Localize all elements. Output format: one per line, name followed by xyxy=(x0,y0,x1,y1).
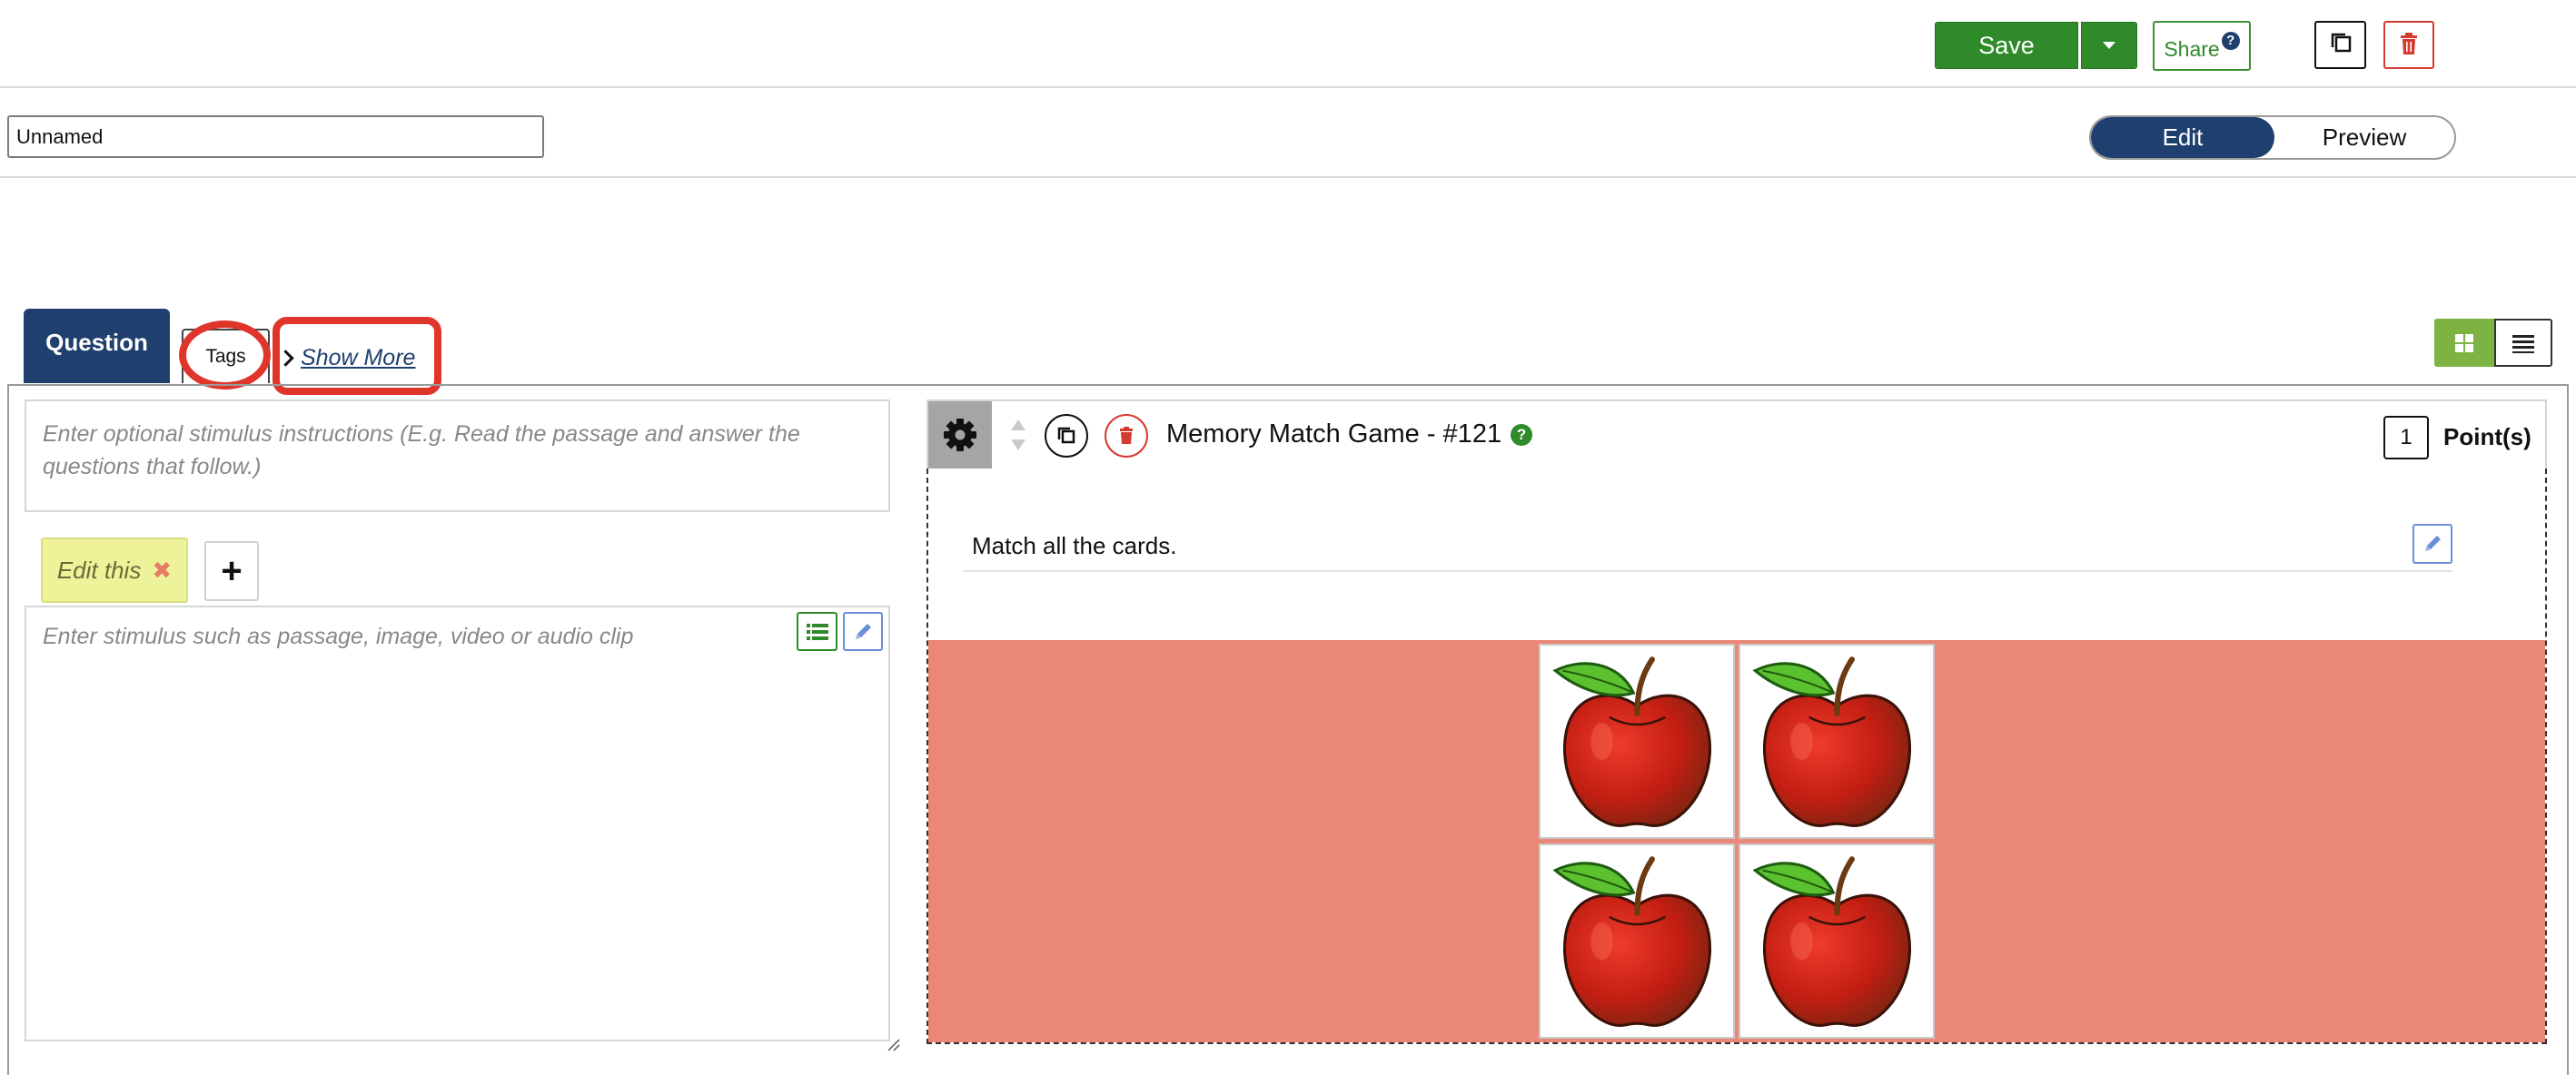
stimulus-tab-label: Edit this xyxy=(56,556,142,584)
delete-button[interactable] xyxy=(2383,21,2434,69)
pencil-icon xyxy=(2425,536,2441,551)
gear-icon xyxy=(944,419,976,451)
show-more-link[interactable]: Show More xyxy=(277,338,416,378)
points-input[interactable]: 1 xyxy=(2383,416,2429,459)
memory-card[interactable] xyxy=(1539,843,1735,1039)
apple-icon xyxy=(1544,648,1730,834)
toolbar-divider xyxy=(0,86,2576,88)
list-view-icon xyxy=(2512,334,2534,353)
plus-icon: + xyxy=(221,550,243,591)
caret-down-icon xyxy=(2103,42,2115,49)
memory-card[interactable] xyxy=(1739,843,1935,1039)
stimulus-instructions-input[interactable]: Enter optional stimulus instructions (E.… xyxy=(25,399,890,512)
question-delete-button[interactable] xyxy=(1105,414,1148,458)
sort-icon[interactable] xyxy=(1008,418,1028,452)
header-divider xyxy=(0,176,2576,178)
help-icon: ? xyxy=(2221,31,2240,50)
duplicate-button[interactable] xyxy=(2314,21,2366,69)
stimulus-list-button[interactable] xyxy=(797,612,837,651)
question-prompt: Match all the cards. xyxy=(972,532,1177,559)
trash-icon xyxy=(1120,427,1133,444)
prompt-divider xyxy=(963,570,2452,572)
tab-tags[interactable]: Tags xyxy=(182,329,270,383)
show-more-label: Show More xyxy=(301,344,416,370)
stimulus-input[interactable]: Enter stimulus such as passage, image, v… xyxy=(25,606,890,1041)
apple-icon xyxy=(1744,648,1930,834)
item-title-input[interactable] xyxy=(7,115,544,158)
close-icon[interactable]: ✖ xyxy=(152,557,172,585)
mode-edit-button[interactable]: Edit xyxy=(2091,117,2274,158)
share-button[interactable]: Share? xyxy=(2153,21,2251,71)
grid-view-button[interactable] xyxy=(2434,319,2494,367)
apple-icon xyxy=(1544,848,1730,1034)
question-title-text: Memory Match Game - #121 xyxy=(1166,419,1502,449)
grid-view-icon xyxy=(2455,333,2473,352)
resize-handle[interactable] xyxy=(887,1038,901,1052)
pencil-icon xyxy=(856,623,871,639)
copy-icon xyxy=(2331,33,2352,53)
points-label: Point(s) xyxy=(2443,423,2531,450)
stimulus-tab-edit-this[interactable]: Edit this ✖ xyxy=(41,538,188,603)
mode-preview-button[interactable]: Preview xyxy=(2274,117,2454,158)
trash-icon xyxy=(2401,33,2417,54)
help-icon[interactable]: ? xyxy=(1511,423,1533,446)
memory-card[interactable] xyxy=(1539,644,1735,839)
question-duplicate-button[interactable] xyxy=(1045,414,1088,458)
copy-icon xyxy=(1057,427,1075,444)
chevron-right-icon xyxy=(277,349,294,367)
mode-toggle: Edit Preview xyxy=(2089,115,2456,160)
add-stimulus-tab-button[interactable]: + xyxy=(204,541,259,601)
stimulus-edit-button[interactable] xyxy=(843,612,883,651)
list-icon xyxy=(806,623,828,640)
prompt-edit-button[interactable] xyxy=(2413,524,2452,564)
memory-game-board xyxy=(928,640,2545,1042)
memory-card[interactable] xyxy=(1739,644,1935,839)
list-view-button[interactable] xyxy=(2494,319,2552,367)
question-title: Memory Match Game - #121 ? xyxy=(1166,419,1533,449)
tab-question[interactable]: Question xyxy=(24,309,170,383)
share-label: Share xyxy=(2164,37,2220,61)
save-button[interactable]: Save xyxy=(1935,22,2078,69)
question-settings-button[interactable] xyxy=(928,401,992,468)
save-options-dropdown[interactable] xyxy=(2081,22,2137,69)
apple-icon xyxy=(1744,848,1930,1034)
